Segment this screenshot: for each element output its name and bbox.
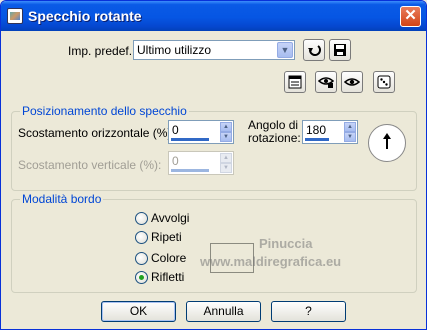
floppy-disk-icon xyxy=(334,44,346,56)
chevron-down-icon[interactable]: ▼ xyxy=(277,42,293,58)
chevron-up-icon: ▲ xyxy=(220,153,232,163)
horizontal-offset-value[interactable]: 0 xyxy=(172,123,179,137)
radio-rifletti[interactable]: Rifletti xyxy=(135,270,184,284)
rotation-angle-arrows[interactable]: ▲ ▼ xyxy=(344,122,356,142)
chevron-up-icon[interactable]: ▲ xyxy=(344,122,356,132)
undo-arrow-icon xyxy=(308,45,321,56)
mirror-position-title: Posizionamento dello specchio xyxy=(20,104,189,118)
radio-avvolgi[interactable]: Avvolgi xyxy=(135,211,189,225)
radio-button[interactable] xyxy=(135,230,148,244)
radio-ripeti[interactable]: Ripeti xyxy=(135,230,182,244)
preset-dropdown[interactable]: Ultimo utilizzo ▼ xyxy=(133,40,295,60)
eye-icon xyxy=(344,78,360,86)
rotation-angle-spinner[interactable]: 180 ▲ ▼ xyxy=(302,120,358,144)
dice-icon xyxy=(377,75,391,89)
watermark-line2: www.maldiregrafica.eu xyxy=(200,254,342,269)
radio-button[interactable] xyxy=(135,251,148,265)
horizontal-offset-label: Scostamento orizzontale (%): xyxy=(18,126,175,140)
chevron-down-icon: ▼ xyxy=(220,163,232,173)
cancel-button[interactable]: Annulla xyxy=(186,301,261,322)
chevron-down-icon[interactable]: ▼ xyxy=(344,132,356,142)
auto-proof-button[interactable] xyxy=(341,71,363,93)
save-preset-button[interactable] xyxy=(329,39,351,61)
rotation-angle-label-line2: rotazione: xyxy=(248,131,301,145)
angle-dial[interactable] xyxy=(368,124,406,162)
vertical-offset-label: Scostamento verticale (%): xyxy=(18,158,162,172)
border-mode-title: Modalità bordo xyxy=(20,192,104,206)
dialog-window: Specchio rotante ✕ Imp. predef.: Ultimo … xyxy=(0,0,427,330)
preset-label: Imp. predef.: xyxy=(68,44,136,58)
close-button[interactable]: ✕ xyxy=(400,6,421,27)
radio-label: Avvolgi xyxy=(151,211,190,225)
horizontal-offset-arrows[interactable]: ▲ ▼ xyxy=(220,122,232,142)
radio-label: Rifletti xyxy=(151,270,185,284)
preview-toggle-button[interactable] xyxy=(284,71,306,93)
radio-colore[interactable]: Colore xyxy=(135,251,186,265)
radio-label: Ripeti xyxy=(151,230,182,244)
app-icon xyxy=(7,8,23,24)
window-list-icon xyxy=(288,75,302,89)
help-button[interactable]: ? xyxy=(271,301,346,322)
chevron-down-icon[interactable]: ▼ xyxy=(220,132,232,142)
eye-lock-icon xyxy=(318,77,334,88)
vertical-offset-spinner: 0 ▲ ▼ xyxy=(168,151,234,175)
radio-button[interactable] xyxy=(135,211,148,225)
radio-label: Colore xyxy=(151,251,187,265)
ok-button[interactable]: OK xyxy=(101,301,176,322)
reset-preset-button[interactable] xyxy=(303,39,325,61)
vertical-offset-value: 0 xyxy=(172,154,179,168)
horizontal-offset-slider[interactable] xyxy=(171,138,209,141)
watermark-line1: Pinuccia xyxy=(259,236,313,251)
rotation-angle-value[interactable]: 180 xyxy=(306,123,326,137)
rotation-angle-slider[interactable] xyxy=(305,138,329,141)
rotation-angle-label: Angolo di rotazione: xyxy=(248,119,301,145)
chevron-up-icon[interactable]: ▲ xyxy=(220,122,232,132)
title-bar[interactable]: Specchio rotante ✕ xyxy=(1,1,426,31)
radio-button[interactable] xyxy=(135,270,148,284)
dial-pointer-icon xyxy=(383,133,391,149)
vertical-offset-slider xyxy=(171,169,209,172)
window-title: Specchio rotante xyxy=(28,8,142,24)
randomize-button[interactable] xyxy=(373,71,395,93)
horizontal-offset-spinner[interactable]: 0 ▲ ▼ xyxy=(168,120,234,144)
vertical-offset-arrows: ▲ ▼ xyxy=(220,153,232,173)
proof-button[interactable] xyxy=(315,71,337,93)
dialog-content: Imp. predef.: Ultimo utilizzo ▼ Posizion… xyxy=(4,31,423,327)
preset-value: Ultimo utilizzo xyxy=(137,43,212,57)
